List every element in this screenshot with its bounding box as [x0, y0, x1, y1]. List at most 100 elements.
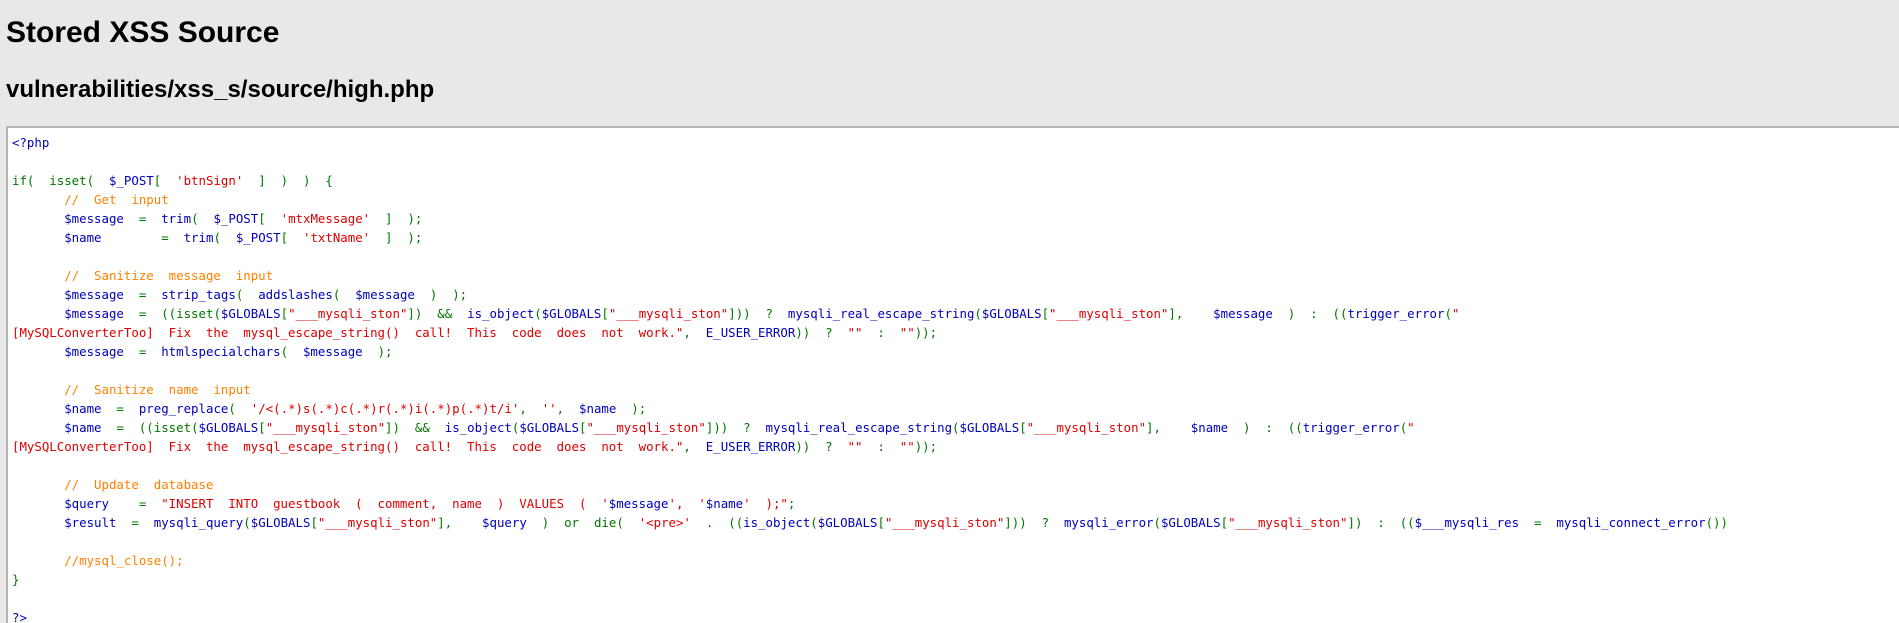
- source-file-path: vulnerabilities/xss_s/source/high.php: [6, 76, 435, 103]
- code-token: ] );: [370, 211, 423, 226]
- code-token: trim: [183, 230, 214, 245]
- code-token: ],: [1146, 420, 1191, 435]
- code-token: ) : ((: [1272, 306, 1348, 321]
- code-token: (: [243, 515, 251, 530]
- code-token: htmlspecialchars: [161, 344, 281, 359]
- code-token: [: [601, 306, 609, 321]
- code-token: "___mysqli_ston": [586, 420, 706, 435]
- code-token: $GLOBALS: [981, 306, 1042, 321]
- code-token: ]) &&: [385, 420, 445, 435]
- code-line: [MySQLConverterToo] Fix the mysql_escape…: [12, 437, 1899, 456]
- code-token: [: [877, 515, 885, 530]
- code-token: $query: [64, 496, 109, 511]
- code-token: "___mysqli_ston": [608, 306, 729, 321]
- code-token: ', ': [668, 496, 706, 511]
- page-title: Stored XSS Source: [6, 16, 280, 49]
- code-token: (: [280, 344, 303, 359]
- code-line: if( isset( $_POST[ 'btnSign' ] ) ) {: [12, 171, 1899, 190]
- code-token: [MySQLConverterToo] Fix the mysql_escape…: [12, 439, 684, 454]
- code-token: ) : ((: [1228, 420, 1303, 435]
- code-token: '<pre>': [638, 515, 691, 530]
- code-line: $query = "INSERT INTO guestbook ( commen…: [12, 494, 1899, 513]
- code-token: 'mtxMessage': [280, 211, 371, 226]
- code-token: ])) ?: [728, 306, 788, 321]
- code-token: $name: [64, 230, 102, 245]
- code-token: ": [1407, 420, 1415, 435]
- code-token: (: [616, 515, 639, 530]
- code-token: $name: [705, 496, 744, 511]
- code-token: $name: [64, 420, 102, 435]
- code-token: )) ?: [795, 325, 848, 340]
- code-token: // Get input: [64, 192, 169, 207]
- code-token: $name: [579, 401, 617, 416]
- code-token: // Sanitize message input: [64, 268, 274, 283]
- code-line: $message = strip_tags( addslashes( $mess…: [12, 285, 1899, 304]
- code-token: );: [616, 401, 647, 416]
- code-token: $GLOBALS: [817, 515, 878, 530]
- code-token: (: [228, 401, 251, 416]
- code-token: :: [862, 439, 900, 454]
- code-token: $message: [64, 211, 124, 226]
- code-token: preg_replace: [138, 401, 229, 416]
- code-token: = ((: [101, 420, 154, 435]
- code-token: [: [280, 230, 303, 245]
- code-token: "___mysqli_ston": [1049, 306, 1169, 321]
- code-token: ' );": [743, 496, 788, 511]
- code-token: "___mysqli_ston": [884, 515, 1005, 530]
- code-token: ])) ?: [705, 420, 766, 435]
- code-token: (: [1444, 306, 1452, 321]
- code-token: "": [847, 439, 863, 454]
- code-token: '/<(.*)s(.*)c(.*)r(.*)i(.*)p(.*)t/i': [250, 401, 520, 416]
- code-token: addslashes: [258, 287, 333, 302]
- code-token: (: [191, 420, 199, 435]
- code-token: =: [108, 496, 162, 511]
- code-token: [: [280, 306, 289, 321]
- code-token: $GLOBALS: [541, 306, 602, 321]
- code-token: (: [332, 287, 356, 302]
- code-token: "___mysqli_ston": [317, 515, 438, 530]
- code-token: "___mysqli_ston": [1026, 420, 1147, 435]
- code-token: . ((: [690, 515, 744, 530]
- code-token: "": [847, 325, 863, 340]
- code-token: (: [534, 306, 542, 321]
- code-line: $message = htmlspecialchars( $message );: [12, 342, 1899, 361]
- code-line: $name = preg_replace( '/<(.*)s(.*)c(.*)r…: [12, 399, 1899, 418]
- code-token: $message: [608, 496, 669, 511]
- code-token: "INSERT INTO guestbook ( comment, name )…: [161, 496, 609, 511]
- code-token: isset: [176, 306, 214, 321]
- code-token: (: [213, 230, 236, 245]
- code-line: // Update database: [12, 475, 1899, 494]
- code-token: [: [310, 515, 318, 530]
- code-token: $GLOBALS: [198, 420, 259, 435]
- code-token: =: [1519, 515, 1557, 530]
- code-token: ,: [519, 401, 542, 416]
- code-token: $message: [64, 306, 124, 321]
- code-token: mysqli_real_escape_string: [765, 420, 953, 435]
- code-token: = ((: [123, 306, 177, 321]
- code-token: $query: [482, 515, 527, 530]
- code-token: "": [899, 439, 915, 454]
- code-token: mysqli_connect_error: [1556, 515, 1706, 530]
- code-token: mysqli_query: [153, 515, 244, 530]
- code-token: ,: [556, 401, 580, 416]
- code-token: ] ) ) {: [243, 173, 333, 188]
- code-token: [: [1041, 306, 1050, 321]
- code-token: [: [153, 173, 177, 188]
- code-token: mysqli_real_escape_string: [787, 306, 975, 321]
- code-token: ));: [914, 325, 938, 340]
- source-code-panel[interactable]: <?php if( isset( $_POST[ 'btnSign' ] ) ) …: [6, 126, 1899, 623]
- code-token: 'btnSign': [176, 173, 244, 188]
- code-token: ],: [1168, 306, 1214, 321]
- code-token: // Update database: [64, 477, 214, 492]
